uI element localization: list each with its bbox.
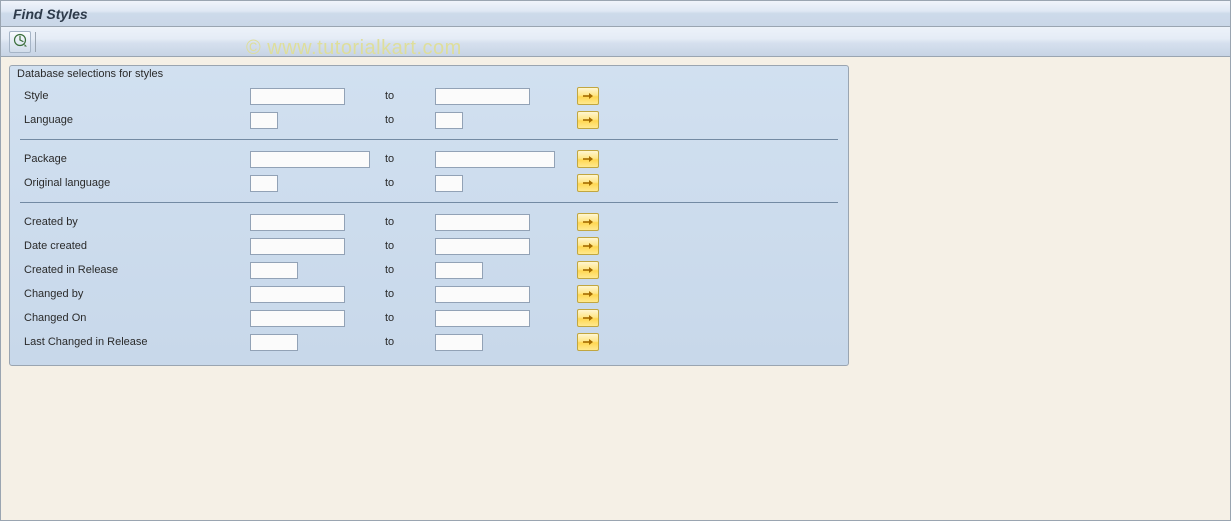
field-label: Changed On [20, 312, 250, 324]
from-input[interactable] [250, 151, 370, 168]
from-input[interactable] [250, 286, 345, 303]
from-input[interactable] [250, 175, 278, 192]
multiple-selection-button[interactable] [577, 150, 599, 168]
divider [20, 202, 838, 203]
arrow-right-icon [582, 215, 594, 230]
to-input[interactable] [435, 334, 483, 351]
selection-row: Changed On to [20, 307, 838, 329]
from-input[interactable] [250, 238, 345, 255]
multiple-selection-button[interactable] [577, 285, 599, 303]
from-input[interactable] [250, 310, 345, 327]
selection-row: Created by to [20, 211, 838, 233]
arrow-right-icon [582, 176, 594, 191]
to-label: to [375, 288, 435, 300]
arrow-right-icon [582, 287, 594, 302]
selection-row: Style to [20, 85, 838, 107]
from-input[interactable] [250, 334, 298, 351]
to-label: to [375, 336, 435, 348]
arrow-right-icon [582, 152, 594, 167]
selection-row: Last Changed in Release to [20, 331, 838, 353]
from-input[interactable] [250, 262, 298, 279]
toolbar: © www.tutorialkart.com [1, 27, 1230, 57]
to-input[interactable] [435, 151, 555, 168]
selection-group: Database selections for styles StyletoLa… [9, 65, 849, 366]
selection-row: Language to [20, 109, 838, 131]
multiple-selection-button[interactable] [577, 309, 599, 327]
arrow-right-icon [582, 89, 594, 104]
to-label: to [375, 240, 435, 252]
from-input[interactable] [250, 88, 345, 105]
to-label: to [375, 153, 435, 165]
from-input[interactable] [250, 214, 345, 231]
selection-row: Date created to [20, 235, 838, 257]
to-input[interactable] [435, 238, 530, 255]
to-label: to [375, 177, 435, 189]
arrow-right-icon [582, 239, 594, 254]
selection-row: Original language to [20, 172, 838, 194]
content-area: Database selections for styles StyletoLa… [1, 57, 1230, 520]
execute-button[interactable] [9, 31, 31, 53]
to-input[interactable] [435, 112, 463, 129]
to-input[interactable] [435, 286, 530, 303]
field-label: Date created [20, 240, 250, 252]
from-input[interactable] [250, 112, 278, 129]
execute-clock-icon [13, 33, 27, 50]
to-input[interactable] [435, 214, 530, 231]
divider [20, 139, 838, 140]
to-input[interactable] [435, 262, 483, 279]
multiple-selection-button[interactable] [577, 174, 599, 192]
multiple-selection-button[interactable] [577, 261, 599, 279]
to-label: to [375, 216, 435, 228]
field-label: Last Changed in Release [20, 336, 250, 348]
multiple-selection-button[interactable] [577, 237, 599, 255]
field-label: Language [20, 114, 250, 126]
to-label: to [375, 312, 435, 324]
to-input[interactable] [435, 175, 463, 192]
field-label: Changed by [20, 288, 250, 300]
arrow-right-icon [582, 335, 594, 350]
group-title: Database selections for styles [10, 66, 848, 85]
toolbar-separator [35, 32, 36, 52]
field-label: Original language [20, 177, 250, 189]
field-label: Package [20, 153, 250, 165]
to-label: to [375, 114, 435, 126]
arrow-right-icon [582, 113, 594, 128]
to-label: to [375, 264, 435, 276]
to-input[interactable] [435, 310, 530, 327]
selection-row: Package to [20, 148, 838, 170]
to-label: to [375, 90, 435, 102]
field-label: Style [20, 90, 250, 102]
multiple-selection-button[interactable] [577, 213, 599, 231]
multiple-selection-button[interactable] [577, 111, 599, 129]
arrow-right-icon [582, 263, 594, 278]
field-label: Created by [20, 216, 250, 228]
selection-row: Created in Release to [20, 259, 838, 281]
multiple-selection-button[interactable] [577, 87, 599, 105]
to-input[interactable] [435, 88, 530, 105]
page-title: Find Styles [13, 6, 88, 22]
title-bar: Find Styles [1, 1, 1230, 27]
selection-row: Changed by to [20, 283, 838, 305]
watermark: © www.tutorialkart.com [246, 37, 462, 60]
arrow-right-icon [582, 311, 594, 326]
field-label: Created in Release [20, 264, 250, 276]
multiple-selection-button[interactable] [577, 333, 599, 351]
